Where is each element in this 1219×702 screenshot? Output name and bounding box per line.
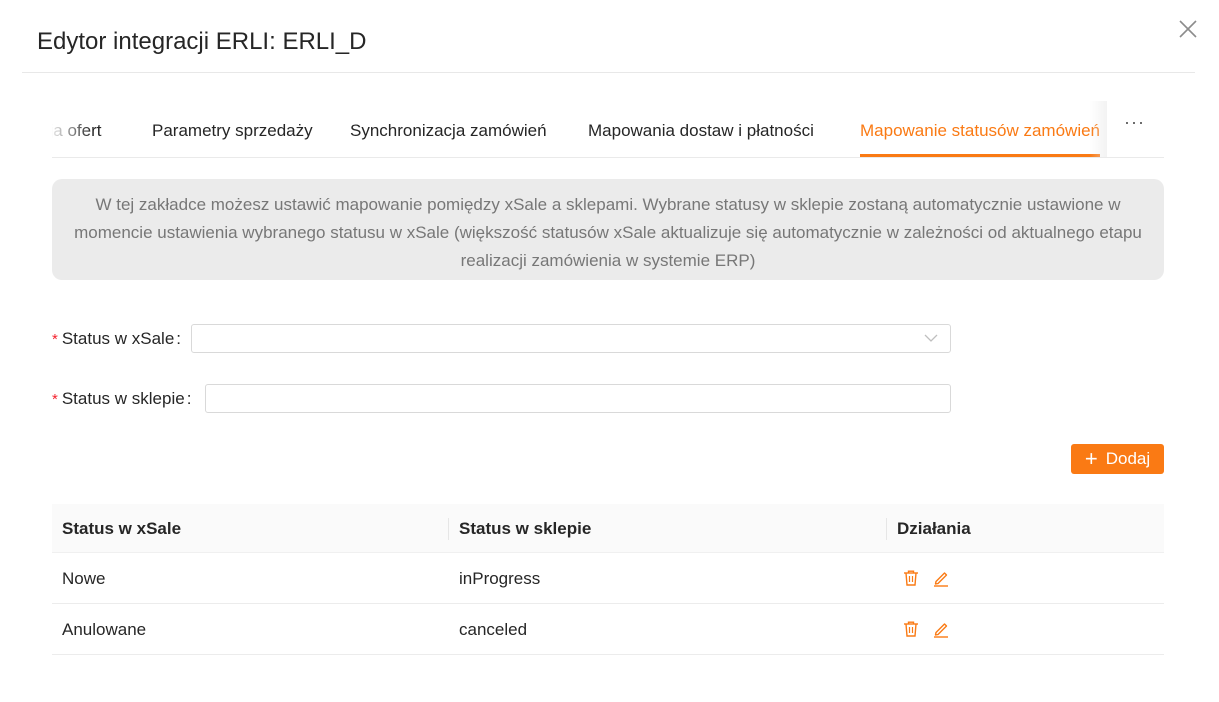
- info-box: W tej zakładce możesz ustawić mapowanie …: [52, 179, 1164, 280]
- tab-order-sync[interactable]: Synchronizacja zamówień: [350, 101, 547, 157]
- required-mark: *: [52, 331, 58, 348]
- cell-xsale-status: Anulowane: [62, 620, 147, 639]
- column-separator: [886, 518, 887, 540]
- xsale-status-label: * Status w xSale:: [52, 329, 182, 348]
- plus-icon: +: [1084, 446, 1098, 471]
- table-header: Status w xSale Status w sklepie Działani…: [52, 504, 1164, 553]
- tab-bar: cja ofert Parametry sprzedaży Synchroniz…: [52, 101, 1107, 157]
- table-row: Nowe inProgress: [52, 553, 1164, 604]
- required-mark: *: [52, 391, 58, 408]
- delete-icon[interactable]: [902, 569, 920, 587]
- tab-delivery-payment-mapping[interactable]: Mapowania dostaw i płatności: [588, 101, 814, 157]
- add-button[interactable]: + Dodaj: [1071, 444, 1164, 474]
- table-row: Anulowane canceled: [52, 604, 1164, 655]
- modal-title: Edytor integracji ERLI: ERLI_D: [37, 28, 367, 55]
- edit-icon[interactable]: [932, 569, 950, 587]
- cell-xsale-status: Nowe: [62, 569, 106, 588]
- column-header-shop-status: Status w sklepie: [459, 519, 592, 538]
- status-mapping-table: Status w xSale Status w sklepie Działani…: [52, 504, 1164, 655]
- cell-shop-status: canceled: [459, 620, 528, 639]
- tab-order-status-mapping[interactable]: Mapowanie statusów zamówień: [860, 101, 1101, 157]
- cell-shop-status: inProgress: [459, 569, 541, 588]
- header-divider: [22, 72, 1195, 73]
- chevron-down-icon: [924, 334, 938, 342]
- column-header-actions: Działania: [897, 519, 971, 538]
- delete-icon[interactable]: [902, 620, 920, 638]
- info-text: W tej zakładce możesz ustawić mapowanie …: [74, 195, 1142, 270]
- more-tabs-icon[interactable]: ···: [1124, 112, 1145, 133]
- tab-sale-parameters[interactable]: Parametry sprzedaży: [152, 101, 313, 157]
- tab-offers-sync[interactable]: cja ofert: [52, 101, 101, 157]
- xsale-status-select[interactable]: [191, 324, 951, 353]
- add-button-label: Dodaj: [1105, 449, 1151, 468]
- column-separator: [448, 518, 449, 540]
- edit-icon[interactable]: [932, 620, 950, 638]
- tabs-divider: [52, 157, 1164, 158]
- column-header-xsale-status: Status w xSale: [62, 519, 182, 538]
- shop-status-label: * Status w sklepie:: [52, 389, 192, 408]
- close-icon[interactable]: [1177, 18, 1199, 40]
- shop-status-input[interactable]: [205, 384, 951, 413]
